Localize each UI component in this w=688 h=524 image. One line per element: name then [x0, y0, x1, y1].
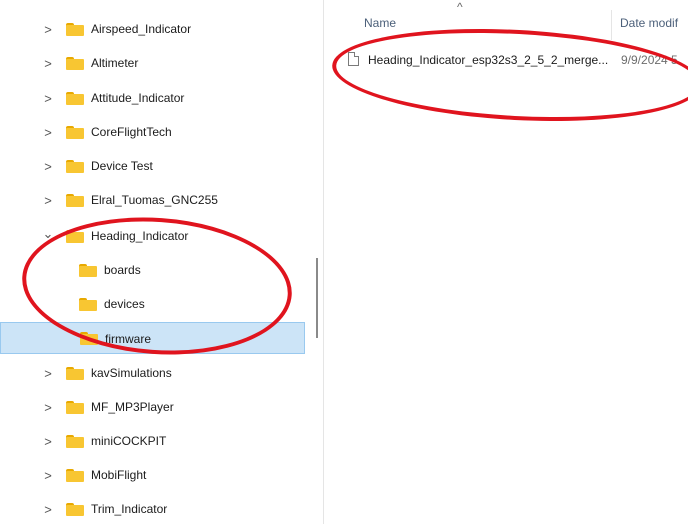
nav-item-coreflighttech[interactable]: > CoreFlightTech: [0, 120, 305, 144]
column-header-name[interactable]: Name: [364, 16, 396, 30]
file-list-pane: ^ Name Date modif Heading_Indicator_esp3…: [324, 0, 688, 524]
folder-icon: [66, 366, 84, 380]
nav-item-boards[interactable]: boards: [0, 258, 305, 282]
nav-item-kavsimulations[interactable]: > kavSimulations: [0, 361, 305, 385]
nav-item-label: Elral_Tuomas_GNC255: [91, 193, 218, 207]
chevron-right-icon[interactable]: >: [42, 22, 54, 37]
chevron-right-icon[interactable]: >: [42, 366, 54, 381]
nav-item-label: Trim_Indicator: [91, 502, 168, 516]
chevron-down-icon[interactable]: ⌄: [42, 226, 54, 241]
nav-item-airspeed-indicator[interactable]: > Airspeed_Indicator: [0, 17, 305, 41]
chevron-right-icon[interactable]: >: [42, 91, 54, 106]
nav-item-altimeter[interactable]: > Altimeter: [0, 51, 305, 75]
chevron-right-icon[interactable]: >: [42, 434, 54, 449]
nav-item-attitude-indicator[interactable]: > Attitude_Indicator: [0, 86, 305, 110]
chevron-right-icon[interactable]: >: [42, 125, 54, 140]
folder-icon: [66, 434, 84, 448]
file-icon: [348, 52, 359, 66]
pane-splitter-handle[interactable]: [316, 258, 318, 338]
nav-item-label: CoreFlightTech: [91, 125, 172, 139]
folder-icon: [79, 297, 97, 311]
chevron-right-icon[interactable]: >: [42, 159, 54, 174]
nav-item-elral-tuomas-gnc255[interactable]: > Elral_Tuomas_GNC255: [0, 188, 305, 212]
folder-icon: [79, 263, 97, 277]
nav-item-trim-indicator[interactable]: > Trim_Indicator: [0, 497, 305, 521]
nav-item-label: devices: [104, 297, 145, 311]
nav-item-devices[interactable]: devices: [0, 292, 305, 316]
folder-icon: [66, 159, 84, 173]
nav-item-device-test[interactable]: > Device Test: [0, 154, 305, 178]
folder-icon: [66, 22, 84, 36]
folder-icon: [66, 193, 84, 207]
file-name: Heading_Indicator_esp32s3_2_5_2_merge...: [368, 53, 609, 67]
folder-icon: [66, 56, 84, 70]
nav-item-label: Device Test: [91, 159, 153, 173]
chevron-right-icon[interactable]: >: [42, 502, 54, 517]
folder-icon: [66, 502, 84, 516]
nav-item-label: Heading_Indicator: [91, 229, 189, 243]
sort-ascending-icon: ^: [457, 0, 463, 14]
nav-item-label: firmware: [105, 332, 152, 346]
nav-item-label: Attitude_Indicator: [91, 91, 185, 105]
nav-item-mobiflight[interactable]: > MobiFlight: [0, 463, 305, 487]
folder-icon: [80, 332, 98, 345]
chevron-right-icon[interactable]: >: [42, 56, 54, 71]
chevron-right-icon[interactable]: >: [42, 400, 54, 415]
file-row[interactable]: Heading_Indicator_esp32s3_2_5_2_merge...…: [344, 50, 688, 70]
nav-item-heading-indicator[interactable]: ⌄ Heading_Indicator: [0, 224, 305, 248]
nav-item-label: Airspeed_Indicator: [91, 22, 192, 36]
nav-item-label: Altimeter: [91, 56, 139, 70]
nav-item-label: MobiFlight: [91, 468, 147, 482]
nav-item-label: miniCOCKPIT: [91, 434, 167, 448]
navigation-pane: > Airspeed_Indicator > Altimeter > Attit…: [0, 0, 318, 524]
folder-icon: [66, 229, 84, 243]
nav-item-label: MF_MP3Player: [91, 400, 174, 414]
column-header-date-modified[interactable]: Date modif: [620, 16, 678, 30]
nav-item-label: kavSimulations: [91, 366, 172, 380]
column-separator[interactable]: [611, 10, 612, 40]
folder-icon: [66, 400, 84, 414]
folder-icon: [66, 91, 84, 105]
nav-item-label: boards: [104, 263, 141, 277]
folder-icon: [66, 125, 84, 139]
file-date-modified: 9/9/2024 5: [621, 53, 678, 67]
folder-icon: [66, 468, 84, 482]
chevron-right-icon[interactable]: >: [42, 468, 54, 483]
chevron-right-icon[interactable]: >: [42, 193, 54, 208]
nav-item-minicockpit[interactable]: > miniCOCKPIT: [0, 429, 305, 453]
nav-item-firmware[interactable]: firmware: [0, 322, 305, 354]
nav-item-mf-mp3player[interactable]: > MF_MP3Player: [0, 395, 305, 419]
